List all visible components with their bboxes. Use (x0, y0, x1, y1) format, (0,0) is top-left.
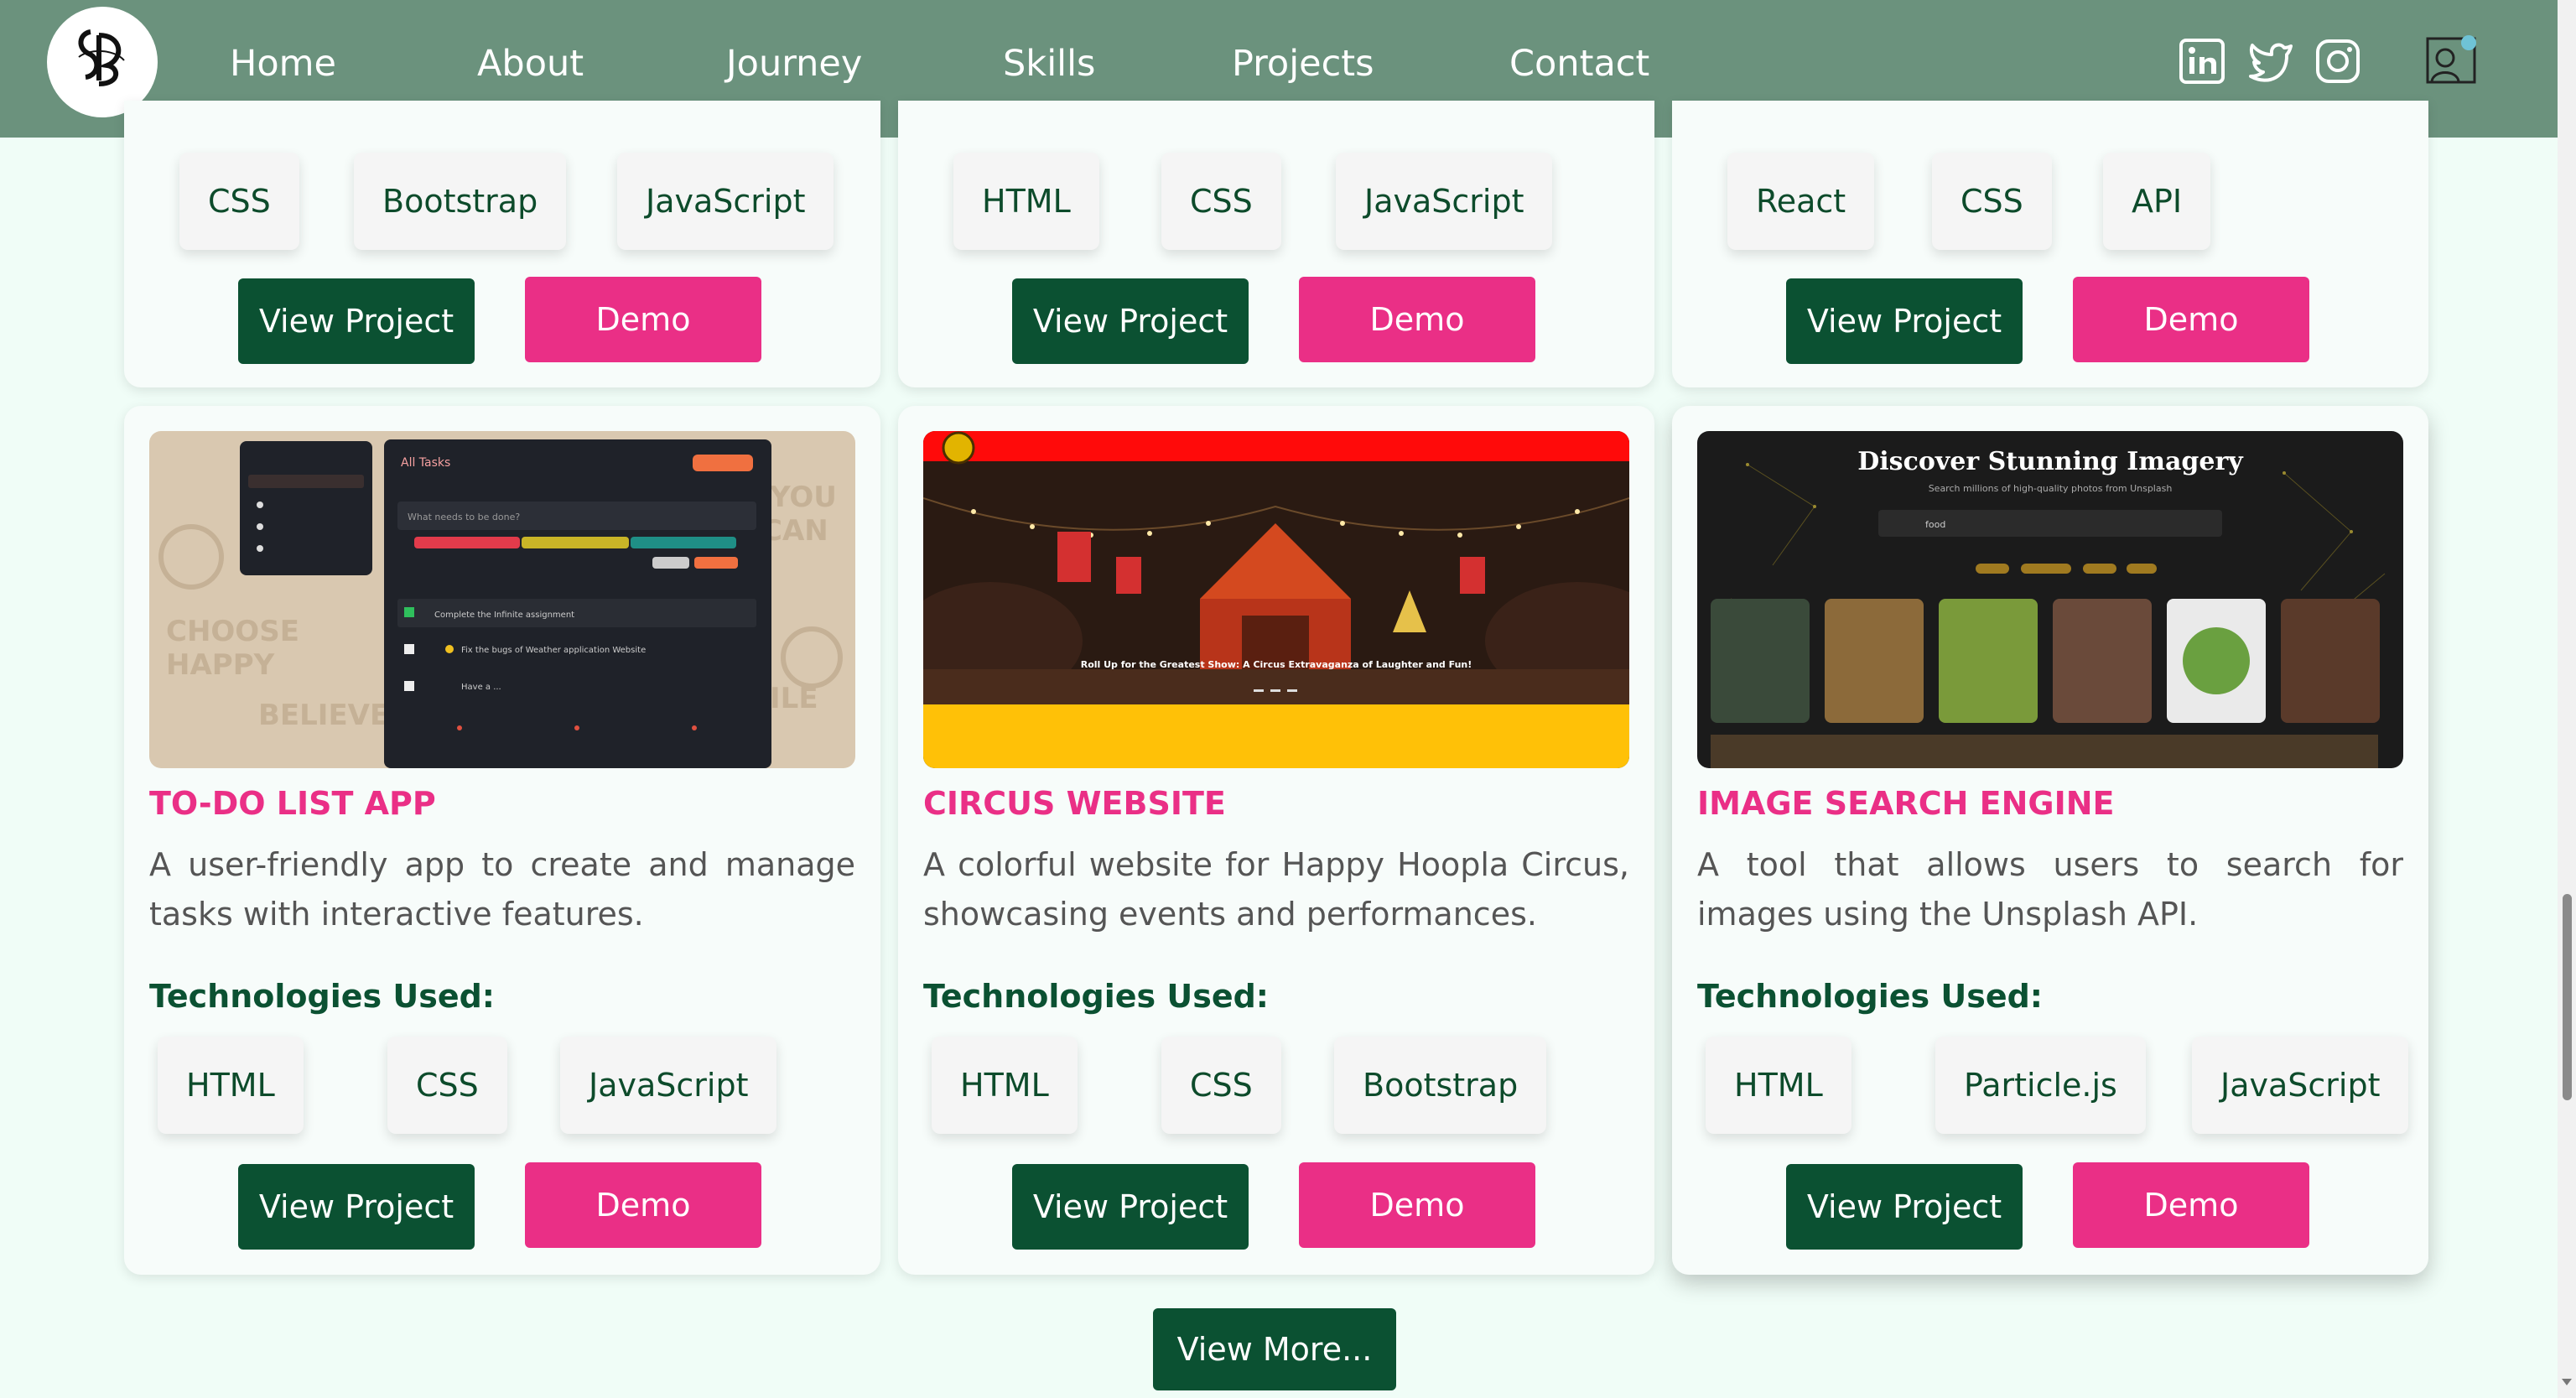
tech-tag: CSS (1161, 1037, 1281, 1134)
nav-contact[interactable]: Contact (1509, 37, 1649, 91)
project-title: IMAGE SEARCH ENGINE (1697, 785, 2115, 822)
view-project-button[interactable]: View Project (1786, 278, 2023, 364)
twitter-icon (2249, 43, 2293, 82)
todo-input-placeholder: What needs to be done? (408, 512, 520, 522)
tech-tag: HTML (953, 153, 1099, 250)
project-title: CIRCUS WEBSITE (923, 785, 1226, 822)
tech-tag: Particle.js (1935, 1037, 2146, 1134)
project-description: A user-friendly app to create and manage… (149, 846, 855, 933)
tech-tag: JavaScript (2192, 1037, 2409, 1134)
technologies-label: Technologies Used: (1697, 978, 2044, 1015)
project-title: TO-DO LIST APP (149, 785, 436, 822)
project-card-todo: CHOOSE HAPPY BELIEVE YOU CAN ILE All Tas… (124, 406, 880, 1275)
project-thumbnail[interactable]: Roll Up for the Greatest Show: A Circus … (923, 431, 1629, 768)
tech-tag: Bootstrap (1334, 1037, 1547, 1134)
nav-projects[interactable]: Projects (1232, 37, 1374, 91)
project-card-top-3: React CSS API View Project Demo (1672, 101, 2428, 387)
svg-text:HAPPY: HAPPY (166, 648, 275, 682)
demo-button[interactable]: Demo (525, 1162, 761, 1248)
tech-tag: HTML (158, 1037, 304, 1134)
linkedin-link[interactable] (2179, 38, 2225, 85)
tech-tag: JavaScript (1336, 153, 1553, 250)
project-card-circus: Roll Up for the Greatest Show: A Circus … (898, 406, 1654, 1275)
project-card-top-1: CSS Bootstrap JavaScript View Project De… (124, 101, 880, 387)
theme-toggle-icon (2426, 35, 2476, 84)
view-project-button[interactable]: View Project (238, 1164, 475, 1250)
project-description: A colorful website for Happy Hoopla Circ… (923, 846, 1629, 933)
demo-button[interactable]: Demo (2073, 1162, 2309, 1248)
linkedin-icon (2179, 39, 2225, 84)
tech-tag: JavaScript (560, 1037, 777, 1134)
instagram-icon (2316, 39, 2360, 83)
circus-preview-image: Roll Up for the Greatest Show: A Circus … (923, 431, 1629, 768)
view-project-button[interactable]: View Project (238, 278, 475, 364)
circus-headline: Roll Up for the Greatest Show: A Circus … (1081, 659, 1472, 670)
todo-task: Fix the bugs of Weather application Webs… (461, 646, 646, 655)
image-search-preview-image: Discover Stunning Imagery Search million… (1697, 431, 2403, 768)
todo-preview-image: CHOOSE HAPPY BELIEVE YOU CAN ILE All Tas… (149, 431, 855, 768)
demo-button[interactable]: Demo (1299, 277, 1535, 362)
tech-tag: CSS (1161, 153, 1281, 250)
nav-home[interactable]: Home (230, 37, 336, 91)
project-thumbnail[interactable]: Discover Stunning Imagery Search million… (1697, 431, 2403, 768)
technologies-label: Technologies Used: (923, 978, 1270, 1015)
tech-tag: HTML (932, 1037, 1078, 1134)
nav-about[interactable]: About (477, 37, 584, 91)
demo-button[interactable]: Demo (525, 277, 761, 362)
view-project-button[interactable]: View Project (1012, 278, 1249, 364)
project-description: A tool that allows users to search for i… (1697, 846, 2403, 933)
project-card-top-2: HTML CSS JavaScript View Project Demo (898, 101, 1654, 387)
view-project-button[interactable]: View Project (1012, 1164, 1249, 1250)
tech-tag: API (2103, 153, 2211, 250)
preview-query: food (1925, 519, 1945, 530)
view-project-button[interactable]: View Project (1786, 1164, 2023, 1250)
svg-text:BELIEVE: BELIEVE (258, 699, 389, 732)
scrollbar-thumb[interactable] (2563, 894, 2572, 1100)
theme-toggle[interactable] (2425, 34, 2479, 86)
preview-heading: Discover Stunning Imagery (1857, 447, 2244, 476)
scrollbar-track[interactable] (2558, 0, 2576, 1398)
todo-header: All Tasks (401, 456, 450, 470)
tech-tag: HTML (1706, 1037, 1852, 1134)
demo-button[interactable]: Demo (1299, 1162, 1535, 1248)
svg-text:CHOOSE: CHOOSE (166, 615, 299, 648)
tech-tag: CSS (1932, 153, 2052, 250)
twitter-link[interactable] (2247, 38, 2294, 85)
view-more-button[interactable]: View More... (1153, 1308, 1396, 1390)
technologies-label: Technologies Used: (149, 978, 496, 1015)
tech-tag: React (1727, 153, 1875, 250)
preview-subheading: Search millions of high-quality photos f… (1929, 483, 2173, 494)
instagram-link[interactable] (2314, 38, 2361, 85)
tech-tag: JavaScript (617, 153, 834, 250)
todo-task: Have a ... (461, 683, 501, 692)
nav-skills[interactable]: Skills (1003, 37, 1095, 91)
svg-text:YOU: YOU (769, 481, 837, 514)
tech-tag: CSS (387, 1037, 507, 1134)
project-thumbnail[interactable]: CHOOSE HAPPY BELIEVE YOU CAN ILE All Tas… (149, 431, 855, 768)
tech-tag: Bootstrap (354, 153, 567, 250)
todo-task: Complete the Infinite assignment (434, 611, 574, 620)
nav-journey[interactable]: Journey (726, 37, 862, 91)
scroll-down-arrow-icon[interactable] (2560, 1375, 2573, 1389)
project-card-image-search: Discover Stunning Imagery Search million… (1672, 406, 2428, 1275)
demo-button[interactable]: Demo (2073, 277, 2309, 362)
tech-tag: CSS (179, 153, 299, 250)
